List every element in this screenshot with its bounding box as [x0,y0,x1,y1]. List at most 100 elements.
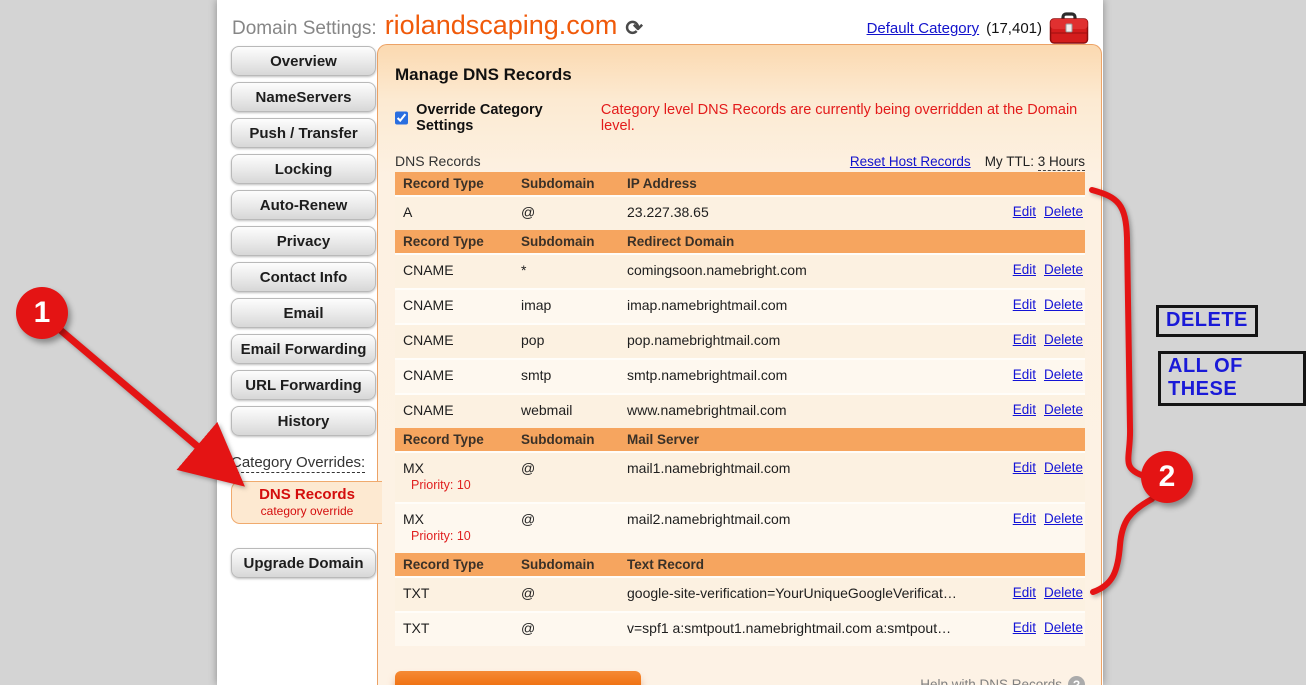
column-header: Text Record [627,556,981,572]
sidebar-item-locking[interactable]: Locking [231,154,376,184]
help-question-icon[interactable]: ? [1068,676,1085,685]
edit-link[interactable]: Edit [1013,585,1036,600]
dns-records-label: DNS Records [395,153,481,169]
ttl-value[interactable]: 3 Hours [1038,154,1085,171]
record-type-cell: A [403,204,521,220]
edit-link[interactable]: Edit [1013,204,1036,219]
subdomain-cell: @ [521,511,627,527]
delete-link[interactable]: Delete [1044,585,1083,600]
delete-link[interactable]: Delete [1044,297,1083,312]
override-warning-text: Category level DNS Records are currently… [601,102,1085,134]
subdomain-cell: @ [521,204,627,220]
table-section-header: Record TypeSubdomainRedirect Domain [395,230,1085,253]
table-section-header: Record TypeSubdomainText Record [395,553,1085,576]
edit-link[interactable]: Edit [1013,332,1036,347]
ttl-label: My TTL: [985,154,1034,169]
edit-link[interactable]: Edit [1013,511,1036,526]
sidebar-buttons: Overview NameServers Push / Transfer Lockin… [231,46,376,436]
column-header: Redirect Domain [627,233,981,249]
delete-link[interactable]: Delete [1044,511,1083,526]
toolbox-icon[interactable] [1049,12,1089,45]
annotation-circle-1: 1 [16,287,68,339]
page-title: Domain Settings: [232,18,377,40]
edit-link[interactable]: Edit [1013,297,1036,312]
record-type-cell: CNAME [403,402,521,418]
record-value-cell: google-site-verification=YourUniqueGoogl… [627,585,981,601]
delete-link[interactable]: Delete [1044,620,1083,635]
header-right: Default Category (17,401) [867,12,1089,45]
row-actions: Edit Delete [981,585,1085,600]
column-header: IP Address [627,175,981,191]
subdomain-cell: @ [521,460,627,476]
column-header-actions [981,175,1085,176]
column-header-actions [981,233,1085,234]
subdomain-cell: * [521,262,627,278]
delete-link[interactable]: Delete [1044,262,1083,277]
row-actions: Edit Delete [981,511,1085,526]
sidebar-item-overview[interactable]: Overview [231,46,376,76]
row-actions: Edit Delete [981,332,1085,347]
record-type-cell: CNAME [403,367,521,383]
table-row: MXPriority: 10@mail1.namebrightmail.comE… [395,451,1085,502]
sidebar-item-push-transfer[interactable]: Push / Transfer [231,118,376,148]
row-actions: Edit Delete [981,262,1085,277]
row-actions: Edit Delete [981,367,1085,382]
upgrade-domain-button[interactable]: Upgrade Domain [231,548,376,578]
sidebar-item-nameservers[interactable]: NameServers [231,82,376,112]
column-header: Record Type [403,175,521,191]
edit-link[interactable]: Edit [1013,402,1036,417]
reset-host-records-link[interactable]: Reset Host Records [850,154,971,169]
record-priority-note: Priority: 10 [411,529,521,543]
annotation-all-of-these-label: ALL OF THESE [1158,351,1306,406]
edit-link[interactable]: Edit [1013,262,1036,277]
record-type-cell: CNAME [403,332,521,348]
record-value-cell: www.namebrightmail.com [627,402,981,418]
sidebar-item-url-forwarding[interactable]: URL Forwarding [231,370,376,400]
edit-link[interactable]: Edit [1013,620,1036,635]
sidebar-item-privacy[interactable]: Privacy [231,226,376,256]
record-value-cell: mail2.namebrightmail.com [627,511,981,527]
annotation-circle-2: 2 [1141,451,1193,503]
table-section-header: Record TypeSubdomainMail Server [395,428,1085,451]
subdomain-cell: @ [521,585,627,601]
table-row: CNAMEimapimap.namebrightmail.comEditDele… [395,288,1085,323]
edit-link[interactable]: Edit [1013,367,1036,382]
delete-link[interactable]: Delete [1044,367,1083,382]
column-header: Record Type [403,233,521,249]
row-actions: Edit Delete [981,402,1085,417]
table-row: CNAME*comingsoon.namebright.comEditDelet… [395,253,1085,288]
help-dns-records-link[interactable]: Help with DNS Records [920,677,1062,685]
record-type-cell: TXT [403,620,521,636]
delete-link[interactable]: Delete [1044,204,1083,219]
table-row: CNAMEwebmailwww.namebrightmail.comEditDe… [395,393,1085,428]
column-header-actions [981,556,1085,557]
override-settings-row: Override Category Settings Category leve… [395,102,1085,134]
edit-link[interactable]: Edit [1013,460,1036,475]
row-actions: Edit Delete [981,460,1085,475]
table-row: CNAMEpoppop.namebrightmail.comEditDelete [395,323,1085,358]
row-actions: Edit Delete [981,620,1085,635]
sidebar-item-email[interactable]: Email [231,298,376,328]
add-dns-record-button[interactable]: Add a New DNS Record ▶ [395,671,641,685]
refresh-icon[interactable]: ⟳ [625,16,643,41]
delete-link[interactable]: Delete [1044,402,1083,417]
sidebar-item-auto-renew[interactable]: Auto-Renew [231,190,376,220]
sidebar-item-contact-info[interactable]: Contact Info [231,262,376,292]
sidebar-item-email-forwarding[interactable]: Email Forwarding [231,334,376,364]
record-value-cell: comingsoon.namebright.com [627,262,981,278]
column-header: Record Type [403,431,521,447]
column-header-actions [981,431,1085,432]
sidebar-item-dns-records[interactable]: DNS Records category override [231,481,382,524]
delete-link[interactable]: Delete [1044,460,1083,475]
record-value-cell: mail1.namebrightmail.com [627,460,981,476]
record-priority-note: Priority: 10 [411,478,521,492]
sidebar-item-history[interactable]: History [231,406,376,436]
ttl-text: My TTL: 3 Hours [985,154,1085,169]
default-category-link[interactable]: Default Category [867,20,980,37]
table-row: TXT@v=spf1 a:smtpout1.namebrightmail.com… [395,611,1085,646]
override-category-checkbox[interactable] [395,111,408,125]
column-header: Record Type [403,556,521,572]
dns-panel: Manage DNS Records Override Category Set… [377,44,1102,685]
delete-link[interactable]: Delete [1044,332,1083,347]
column-header: Mail Server [627,431,981,447]
